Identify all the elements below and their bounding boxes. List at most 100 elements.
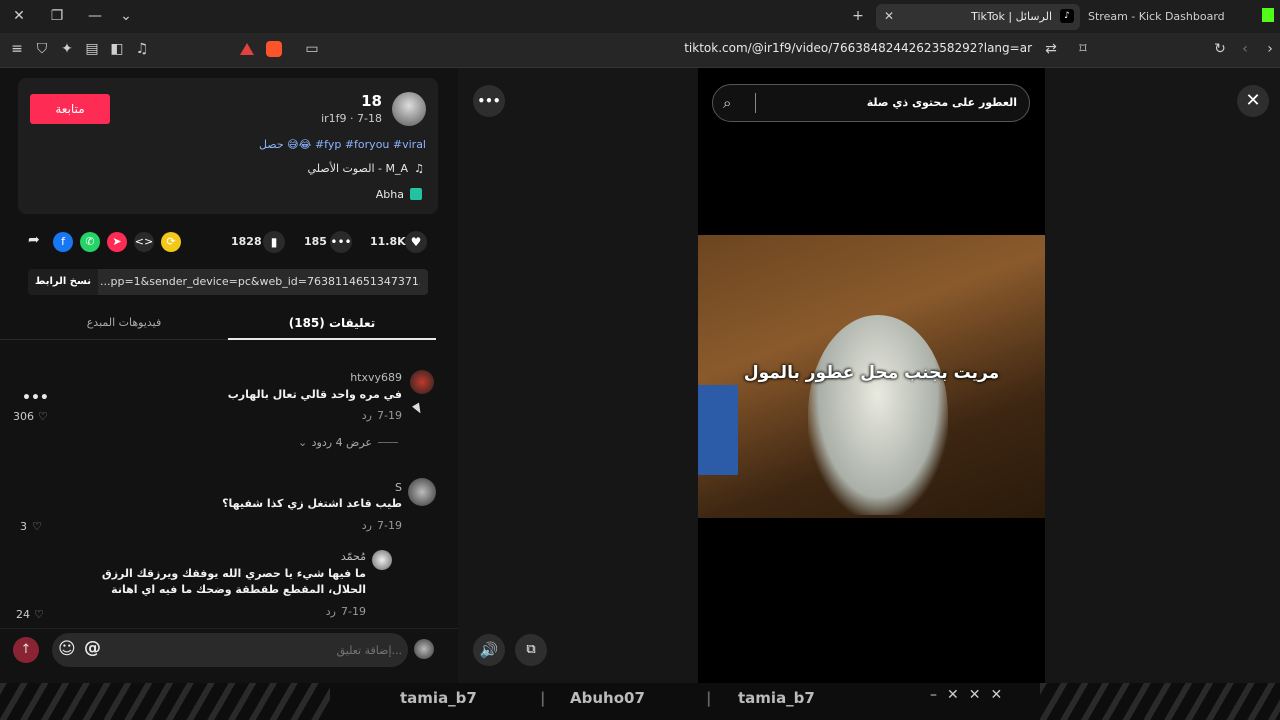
user-avatar[interactable] — [414, 639, 434, 659]
search-divider — [755, 93, 756, 113]
tab-creator-videos[interactable]: فيديوهات المبدع — [20, 316, 228, 329]
search-bar[interactable]: ⌕ العطور على محتوى ذي صلة — [712, 84, 1030, 122]
overlay-window-controls: –✕✕✕ — [930, 687, 1013, 703]
post-comment-button[interactable]: ↑ — [13, 637, 39, 663]
tab-comments[interactable]: تعليقات (185) — [228, 316, 436, 330]
embed-icon[interactable]: <> — [134, 232, 154, 252]
overlay-handle: tamia_b7 — [738, 689, 815, 707]
sound-name[interactable]: الصوت الأصلي - M_A — [308, 162, 408, 175]
comment-date: 7-19 — [377, 519, 402, 532]
video-frame-person — [808, 315, 948, 515]
heart-outline-icon[interactable]: ♡ — [32, 520, 42, 533]
bookmark-icon[interactable]: ⌑ — [1074, 41, 1092, 59]
facebook-icon[interactable]: f — [53, 232, 73, 252]
comment-date: 7-19 — [341, 605, 366, 618]
overlay-handle: tamia_b7 — [400, 689, 477, 707]
creator-avatar[interactable] — [392, 92, 426, 126]
tiktok-icon: ♪ — [1060, 9, 1074, 23]
minimize-window-icon[interactable]: — — [86, 8, 104, 26]
comments-count: 185 — [304, 235, 327, 248]
creator-handle-date: ir1f9 · 7-18 — [321, 112, 382, 125]
close-tab-icon[interactable]: ✕ — [880, 8, 898, 26]
comments-panel: متابعة 18 ir1f9 · 7-18 حصل 😅😂 #fyp #fory… — [0, 68, 458, 720]
tab-groups-icon[interactable]: ▤ — [83, 41, 101, 59]
new-tab-icon[interactable]: + — [849, 8, 867, 26]
whatsapp-icon[interactable]: ✆ — [80, 232, 100, 252]
copy-link-button[interactable]: نسخ الرابط — [28, 269, 98, 295]
url-bar[interactable]: tiktok.com/@ir1f9/video/7663848244262358… — [600, 41, 1032, 55]
video-container[interactable]: مريت بجنب محل عطور بالمول — [698, 68, 1045, 683]
reload-icon[interactable]: ↻ — [1211, 41, 1229, 59]
comment-username[interactable]: htxvy689 — [350, 371, 402, 384]
search-icon[interactable]: ⌕ — [723, 94, 731, 112]
close-icon[interactable]: ✕ — [1237, 85, 1269, 117]
mouse-cursor-icon — [412, 402, 424, 416]
rewards-icon[interactable] — [240, 43, 254, 55]
panel-tabs: تعليقات (185) فيديوهات المبدع — [0, 308, 436, 340]
back-icon[interactable]: ‹ — [1236, 41, 1254, 59]
follow-button[interactable]: متابعة — [30, 94, 110, 124]
save-icon[interactable]: ▮ — [263, 231, 285, 253]
music-note-icon: ♫ — [414, 162, 424, 175]
music-icon[interactable]: ♫ — [133, 41, 151, 59]
site-settings-icon[interactable]: ⇄ — [1042, 41, 1060, 59]
sidebar-icon[interactable]: ◧ — [108, 41, 126, 59]
chevron-down-icon[interactable]: ⌄ — [298, 436, 307, 449]
heart-outline-icon[interactable]: ♡ — [38, 410, 48, 423]
video-frame[interactable]: مريت بجنب محل عطور بالمول — [698, 235, 1045, 518]
brave-shields-icon[interactable] — [266, 41, 282, 57]
reply-link[interactable]: رد — [326, 605, 336, 618]
creator-username[interactable]: 18 — [361, 92, 382, 110]
stream-overlay-strip: tamia_b7 | Abuho07 | tamia_b7 –✕✕✕ — [0, 683, 1280, 720]
extension-icon[interactable]: ✦ — [58, 41, 76, 59]
comment-input-container: ☺ @ — [52, 633, 408, 667]
comment-like-count: 24 — [16, 608, 30, 621]
heart-outline-icon[interactable]: ♡ — [34, 608, 44, 621]
comment-input[interactable] — [112, 637, 402, 663]
like-icon[interactable]: ♥ — [405, 231, 427, 253]
browser-tab-bar: ✕ ❐ — ⌄ + ✕ TikTok | الرسائل ♪ Stream - … — [0, 0, 1280, 33]
close-window-icon[interactable]: ✕ — [10, 8, 28, 26]
repost-icon[interactable]: ⟳ — [161, 232, 181, 252]
video-frame-blue-object — [698, 385, 738, 475]
menu-icon[interactable]: ≡ — [8, 41, 26, 59]
more-options-icon[interactable]: ••• — [22, 390, 49, 406]
screen-share-icon[interactable]: ▭ — [303, 41, 321, 59]
likes-count: 11.8K — [370, 235, 406, 248]
search-input[interactable]: العطور على محتوى ذي صلة — [867, 96, 1017, 109]
comment-username[interactable]: S — [395, 481, 402, 494]
share-icon[interactable]: ➦ — [28, 232, 40, 248]
view-replies-link[interactable]: عرض 4 ردود — [312, 436, 372, 449]
floating-player-icon[interactable]: ⧉ — [515, 634, 547, 666]
avatar[interactable] — [408, 478, 436, 506]
post-info-card: متابعة 18 ir1f9 · 7-18 حصل 😅😂 #fyp #fory… — [18, 78, 438, 214]
more-options-icon[interactable]: ••• — [473, 85, 505, 117]
reply-link[interactable]: رد — [362, 409, 372, 422]
avatar[interactable] — [372, 550, 392, 570]
replies-divider — [378, 442, 398, 443]
video-subtitle: مريت بجنب محل عطور بالمول — [743, 363, 1000, 383]
chevron-down-icon[interactable]: ⌄ — [117, 8, 135, 26]
comment-text: طيب قاعد اشتغل زي كذا شفيها؟ — [222, 497, 402, 510]
browser-toolbar: ≡ ⛉ ✦ ▤ ◧ ♫ ▭ tiktok.com/@ir1f9/video/76… — [0, 33, 1280, 68]
send-icon[interactable]: ➤ — [107, 232, 127, 252]
avatar[interactable] — [410, 370, 434, 394]
emoji-icon[interactable]: ☺ — [58, 639, 76, 659]
tab-tiktok[interactable]: ✕ TikTok | الرسائل ♪ — [876, 4, 1080, 30]
overlay-stripes-left — [0, 683, 330, 720]
reply-link[interactable]: رد — [362, 519, 372, 532]
link-value[interactable]: ...pp=1&sender_device=pc&web_id=76381146… — [100, 275, 420, 288]
tab-kick-label[interactable]: Stream - Kick Dashboard — [1088, 10, 1225, 23]
restore-window-icon[interactable]: ❐ — [48, 8, 66, 26]
copy-link-bar: نسخ الرابط ...pp=1&sender_device=pc&web_… — [28, 269, 428, 295]
comment-icon[interactable]: ••• — [330, 231, 352, 253]
overlay-separator: | — [540, 689, 546, 707]
overlay-separator: | — [706, 689, 712, 707]
comment-date: 7-19 — [377, 409, 402, 422]
shield-icon[interactable]: ⛉ — [33, 41, 51, 59]
forward-icon[interactable]: › — [1261, 41, 1279, 59]
location-label[interactable]: Abha — [376, 188, 404, 201]
volume-icon[interactable]: 🔊 — [473, 634, 505, 666]
comment-username[interactable]: مُحمّد — [341, 550, 366, 563]
mention-icon[interactable]: @ — [84, 638, 101, 658]
